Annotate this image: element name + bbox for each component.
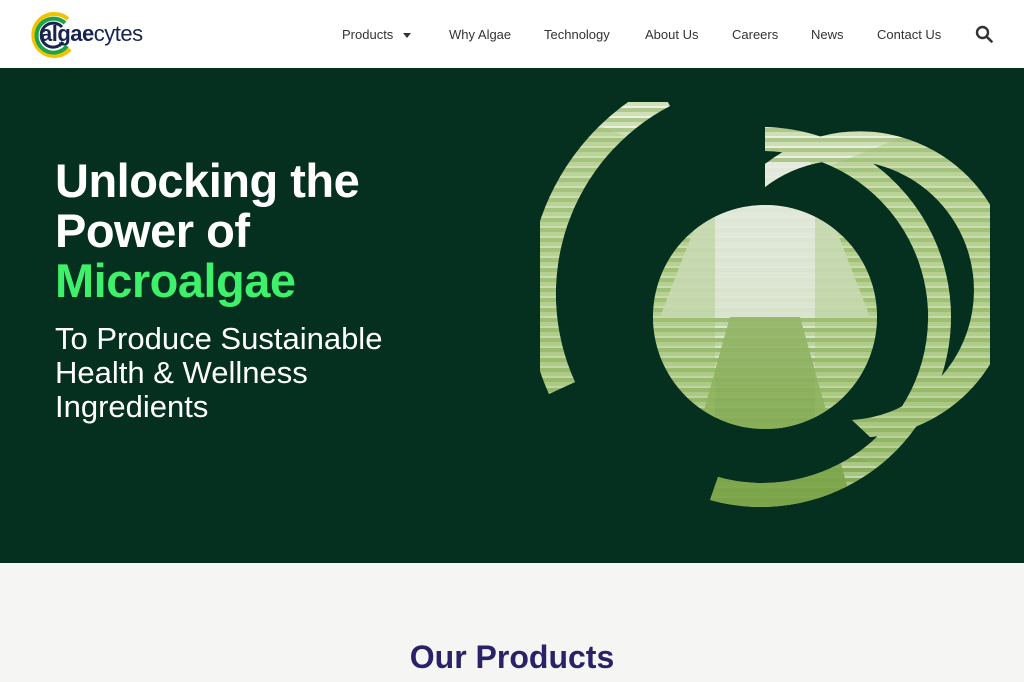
hero-title-line-2: Power of [55,204,250,257]
nav-item-news[interactable]: News [811,27,844,42]
hero-subtitle: To Produce Sustainable Health & Wellness… [55,322,382,424]
products-section: Our Products [0,563,1024,682]
nav-item-products-label: Products [342,27,394,42]
photobioreactor-tunnel-image [540,102,990,507]
hero-subtitle-line-1: To Produce Sustainable [55,321,383,356]
algaecytes-logo[interactable]: algaecytes [28,9,158,59]
nav-item-why-algae[interactable]: Why Algae [449,27,511,42]
nav-item-products[interactable]: Products [342,27,412,42]
nav-item-about-us[interactable]: About Us [645,27,698,42]
nav-item-technology[interactable]: Technology [544,27,610,42]
hero-section: Unlocking the Power of Microalgae To Pro… [0,68,1024,563]
hero-subtitle-line-3: Ingredients [55,389,209,424]
search-icon[interactable] [975,25,993,43]
hero-subtitle-line-2: Health & Wellness [55,355,308,390]
hero-title-accent: Microalgae [55,254,296,307]
logo-text-cytes: cytes [93,21,143,46]
products-section-title: Our Products [409,639,615,675]
chevron-down-icon [403,33,412,39]
hero-title-line-1: Unlocking the [55,154,360,207]
nav-item-careers[interactable]: Careers [732,27,778,42]
logo-text-algae: algae [40,21,94,46]
site-header: algaecytes Products Why Algae Technology… [0,0,1024,68]
nav-item-contact-us[interactable]: Contact Us [877,27,941,42]
hero-title: Unlocking the Power of Microalgae [55,154,360,307]
logo-text: algaecytes [40,21,143,47]
